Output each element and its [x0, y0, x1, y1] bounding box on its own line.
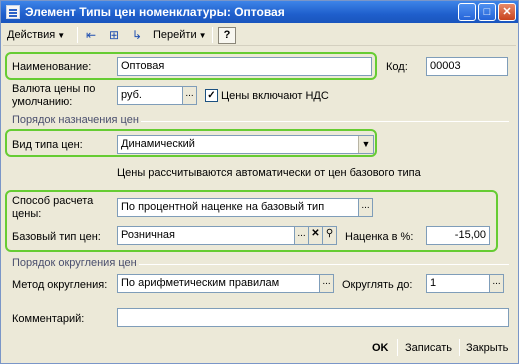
price-kind-value: Динамический — [121, 138, 195, 150]
footer-separator — [459, 339, 460, 356]
minimize-button[interactable]: _ — [458, 3, 476, 21]
base-type-field[interactable]: Розничная — [117, 226, 295, 245]
currency-field[interactable]: руб. — [117, 86, 183, 105]
price-kind-select[interactable]: Динамический ▼ — [117, 135, 374, 154]
dropdown-arrow-icon[interactable]: ▼ — [358, 136, 373, 153]
code-label: Код: — [386, 61, 408, 73]
section-divider — [139, 264, 509, 265]
price-kind-label: Вид типа цен: — [12, 139, 83, 151]
structure-icon[interactable]: ⊞ — [106, 27, 122, 43]
auto-calc-info: Цены рассчитываются автоматически от цен… — [117, 167, 421, 179]
go-back-icon[interactable]: ⇤ — [83, 27, 99, 43]
caret-down-icon: ▼ — [198, 31, 207, 40]
code-field[interactable]: 00003 — [426, 57, 508, 76]
select-button-icon[interactable]: ... — [319, 274, 334, 293]
calc-method-label-line2: цены: — [12, 208, 42, 220]
toolbar: Действия ▼ ⇤ ⊞ ↳ Перейти ▼ ? — [3, 24, 516, 46]
comment-label: Комментарий: — [12, 313, 85, 325]
markup-field[interactable]: -15,00 — [426, 226, 490, 245]
title-bar[interactable]: Элемент Типы цен номенклатуры: Оптовая _… — [1, 1, 518, 23]
section-rounding-title: Порядок округления цен — [12, 257, 137, 269]
search-icon[interactable]: ⚲ — [322, 226, 337, 245]
select-button-icon[interactable]: ... — [358, 198, 373, 217]
currency-label-line1: Валюта цены по — [12, 83, 96, 95]
footer-separator — [397, 339, 398, 356]
rounding-method-label: Метод округления: — [12, 279, 108, 291]
goto-menu[interactable]: Перейти ▼ — [153, 26, 207, 44]
help-button[interactable]: ? — [218, 27, 236, 44]
rounding-method-field[interactable]: По арифметическим правилам — [117, 274, 320, 293]
comment-field[interactable] — [117, 308, 509, 327]
form-window: Элемент Типы цен номенклатуры: Оптовая _… — [0, 0, 519, 364]
name-label: Наименование: — [12, 61, 92, 73]
ok-button[interactable]: OK — [372, 339, 389, 357]
round-to-label: Округлять до: — [342, 279, 413, 291]
close-form-button[interactable]: Закрыть — [466, 339, 508, 357]
actions-menu[interactable]: Действия ▼ — [7, 26, 65, 44]
save-button[interactable]: Записать — [405, 339, 452, 357]
clear-icon[interactable]: ✕ — [308, 226, 323, 245]
maximize-button[interactable]: □ — [478, 3, 496, 21]
markup-label: Наценка в %: — [345, 231, 414, 243]
actions-menu-label: Действия — [7, 29, 56, 41]
document-icon — [6, 5, 20, 19]
close-button[interactable]: ✕ — [498, 3, 516, 21]
vat-checkbox[interactable]: ✓ — [205, 89, 218, 102]
select-button-icon[interactable]: ... — [294, 226, 309, 245]
goto-menu-label: Перейти — [153, 29, 197, 41]
caret-down-icon: ▼ — [57, 31, 66, 40]
toolbar-separator — [77, 27, 78, 43]
window-title: Элемент Типы цен номенклатуры: Оптовая — [25, 5, 285, 19]
currency-label-line2: умолчанию: — [12, 96, 73, 108]
round-to-field[interactable]: 1 — [426, 274, 490, 293]
section-divider — [141, 121, 509, 122]
toolbar-separator — [212, 27, 213, 43]
calc-method-field[interactable]: По процентной наценке на базовый тип — [117, 198, 359, 217]
section-purpose-title: Порядок назначения цен — [12, 114, 139, 126]
go-forward-icon[interactable]: ↳ — [129, 27, 145, 43]
select-button-icon[interactable]: ... — [489, 274, 504, 293]
calc-method-label-line1: Способ расчета — [12, 195, 94, 207]
base-type-label: Базовый тип цен: — [12, 231, 101, 243]
select-button-icon[interactable]: ... — [182, 86, 197, 105]
vat-checkbox-label: Цены включают НДС — [221, 90, 329, 102]
name-field[interactable]: Оптовая — [117, 57, 372, 76]
